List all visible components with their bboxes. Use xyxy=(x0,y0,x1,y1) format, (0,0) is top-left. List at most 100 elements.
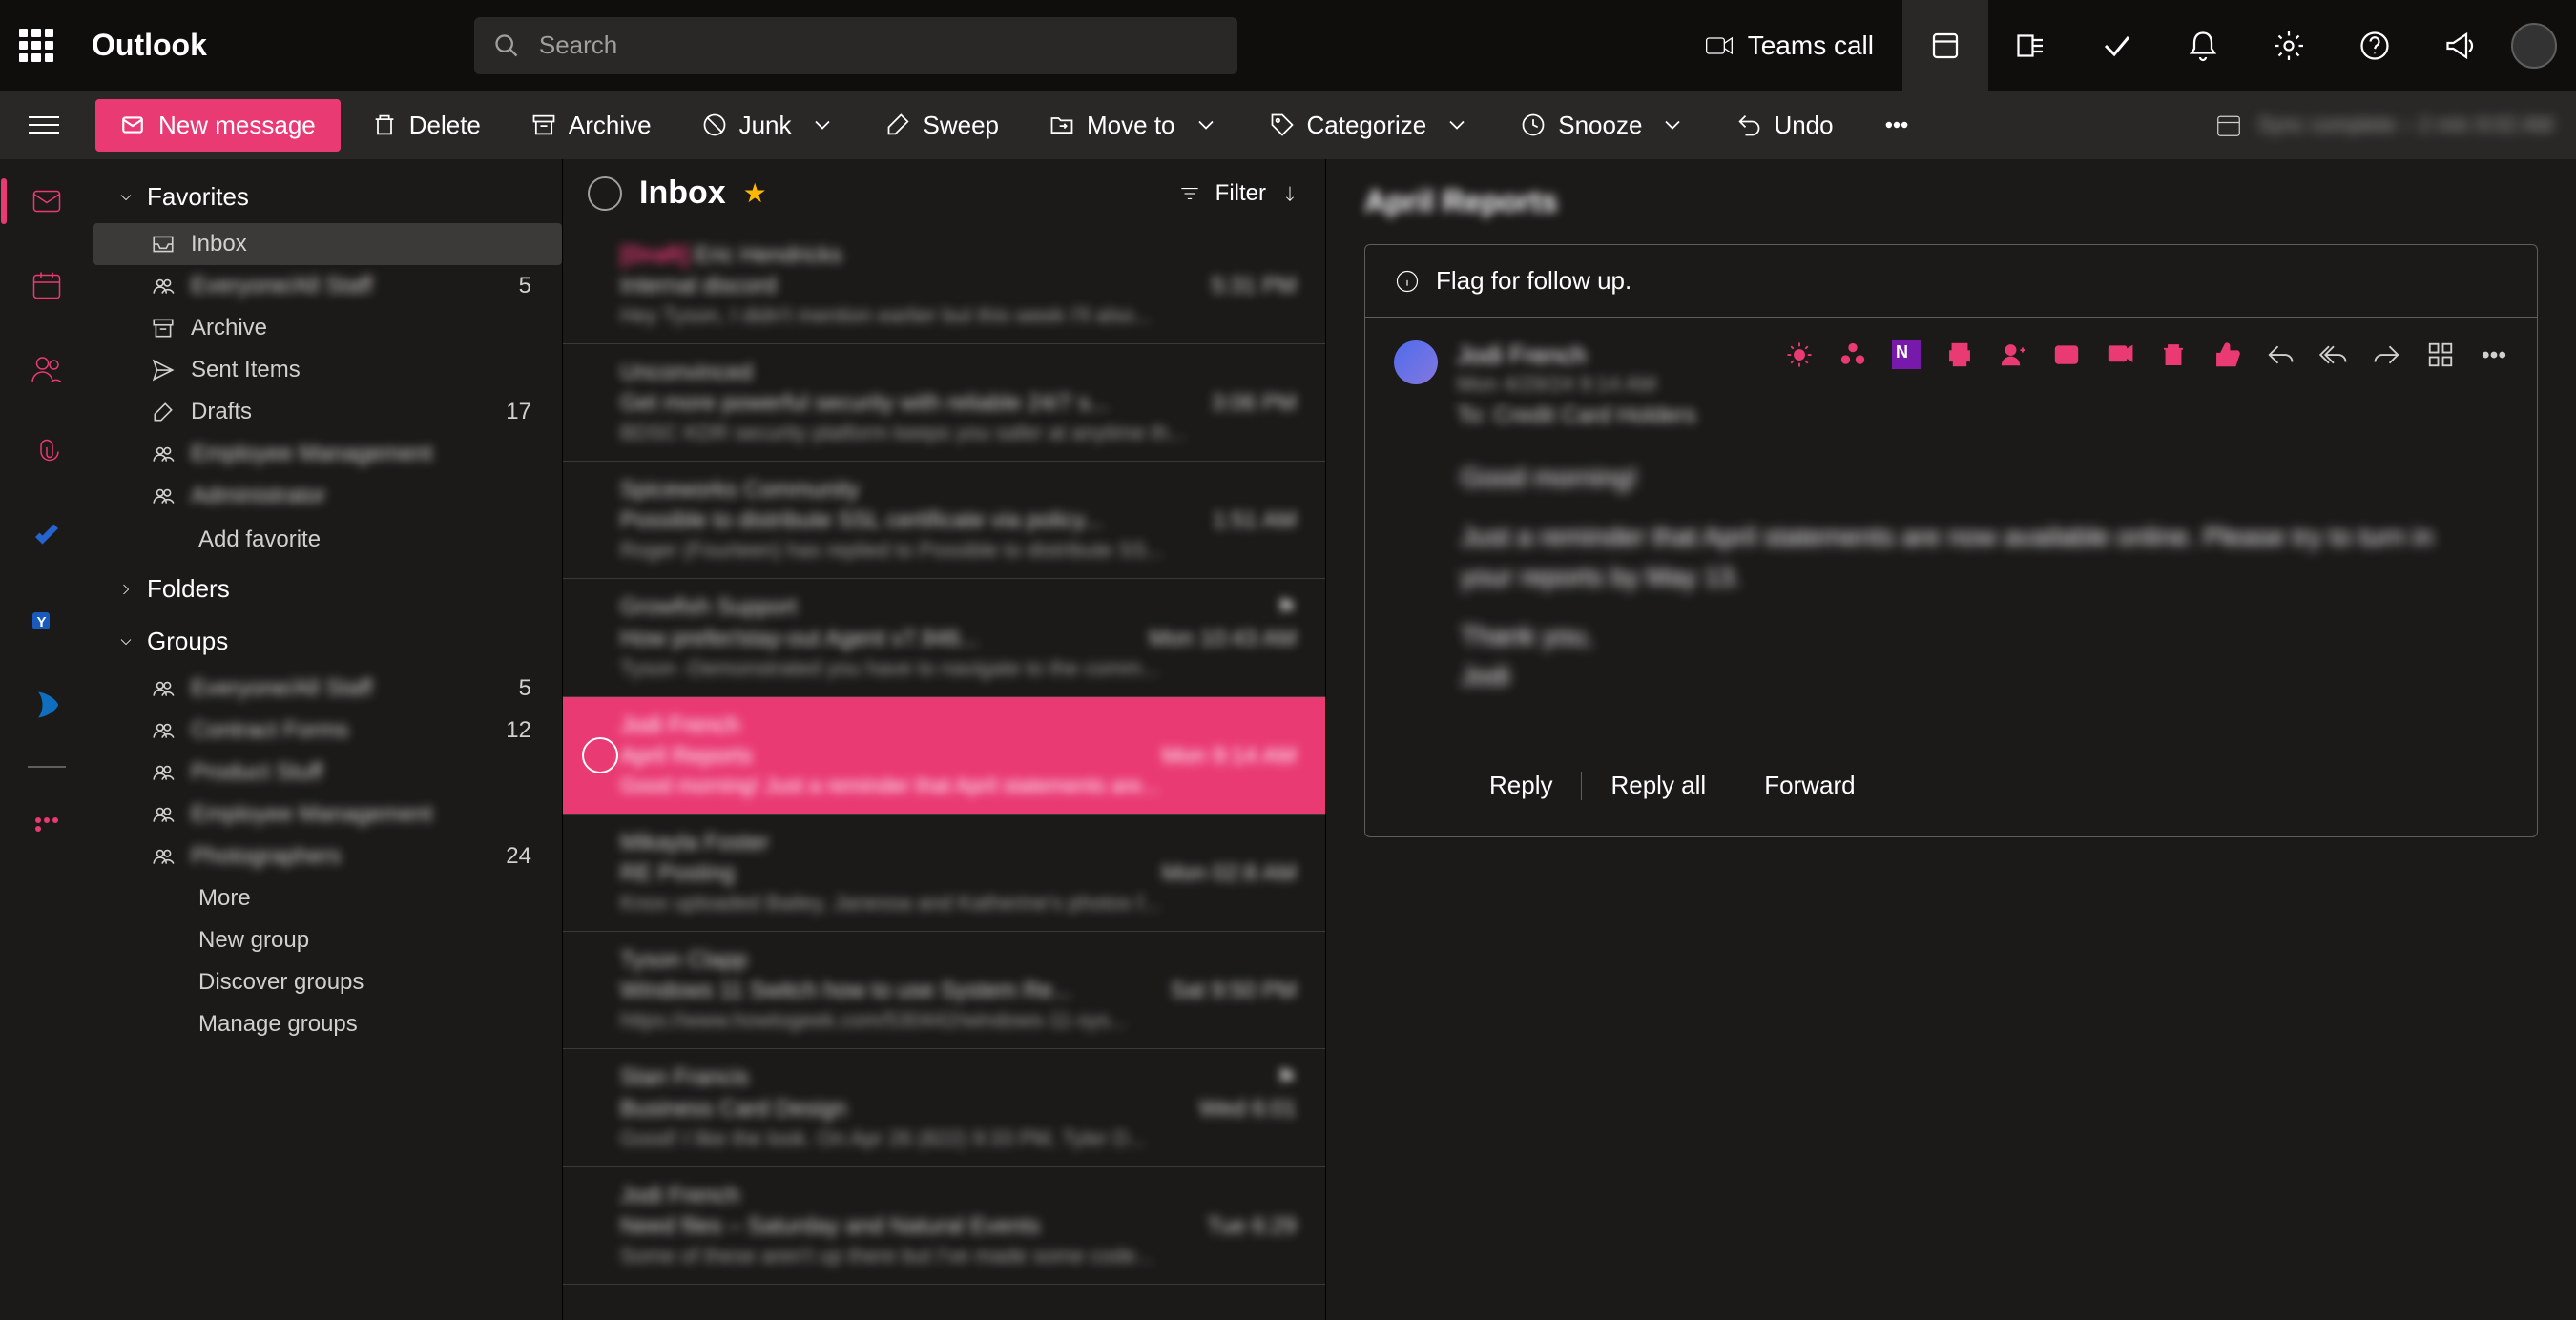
group-everyone-all-staff[interactable]: Everyone/All Staff5 xyxy=(93,668,562,710)
assign-icon[interactable] xyxy=(1999,340,2027,369)
message-item[interactable]: Mikayla FosterRE PostingMon 02:8 AMKnox … xyxy=(563,815,1325,932)
categorize-button[interactable]: Categorize xyxy=(1250,101,1490,150)
rail-todo[interactable] xyxy=(14,505,79,569)
message-item[interactable]: Tyson ClappWindows 11 Switch how to use … xyxy=(563,932,1325,1049)
message-item[interactable]: Jodi FrenchApril ReportsMon 9:14 AMGood … xyxy=(563,697,1325,815)
video-icon xyxy=(1704,31,1735,61)
folders-section[interactable]: Folders xyxy=(93,563,562,615)
message-item[interactable]: Growfish Support⚑How prefer/stay-out Age… xyxy=(563,579,1325,697)
print-icon[interactable] xyxy=(1945,340,1974,369)
apps-icon[interactable] xyxy=(2426,340,2455,369)
compose-icon xyxy=(120,113,145,137)
more-actions-button[interactable] xyxy=(1864,102,1929,148)
message-item[interactable]: Stan Francis⚑Business Card DesignWed 6:0… xyxy=(563,1049,1325,1167)
add-favorite[interactable]: Add favorite xyxy=(93,517,562,563)
message-item[interactable]: Jodi FrenchNeed files – Saturday and Nat… xyxy=(563,1167,1325,1285)
folder-employee-management[interactable]: Employee Management xyxy=(93,433,562,475)
folders-label: Folders xyxy=(147,574,230,604)
new-message-button[interactable]: New message xyxy=(95,99,341,152)
groups-more[interactable]: More xyxy=(93,877,562,919)
rail-files[interactable] xyxy=(14,421,79,485)
teams-call-button[interactable]: Teams call xyxy=(1675,31,1902,61)
flag-icon[interactable] xyxy=(2106,340,2134,369)
rail-yammer[interactable]: Y xyxy=(14,588,79,653)
group-photographers[interactable]: Photographers24 xyxy=(93,835,562,877)
rail-bookings[interactable] xyxy=(14,672,79,737)
select-all-toggle[interactable] xyxy=(588,176,622,211)
folder-inbox[interactable]: Inbox xyxy=(93,223,562,265)
delete-reading-icon[interactable] xyxy=(2159,340,2188,369)
like-icon[interactable] xyxy=(2212,340,2241,369)
delete-button[interactable]: Delete xyxy=(352,101,500,150)
mark-unread-icon[interactable] xyxy=(2052,340,2081,369)
reply-icon[interactable] xyxy=(2266,340,2295,369)
folder-sent-items[interactable]: Sent Items xyxy=(93,349,562,391)
trash-icon xyxy=(371,112,398,138)
chevron-down-icon xyxy=(1444,112,1470,138)
more-reading-icon[interactable] xyxy=(2480,340,2508,369)
rail-calendar[interactable] xyxy=(14,253,79,318)
undo-button[interactable]: Undo xyxy=(1716,101,1852,150)
rail-more-apps[interactable] xyxy=(14,796,79,861)
sort-icon[interactable] xyxy=(1279,183,1300,204)
manage-groups[interactable]: Manage groups xyxy=(93,1003,562,1045)
new-group[interactable]: New group xyxy=(93,919,562,961)
flag-banner: Flag for follow up. xyxy=(1365,245,2537,318)
folder-drafts[interactable]: Drafts17 xyxy=(93,391,562,433)
rail-people[interactable] xyxy=(14,337,79,402)
filter-button[interactable]: Filter xyxy=(1177,180,1300,207)
group-icon[interactable] xyxy=(1839,340,1867,369)
favorite-star-icon[interactable]: ★ xyxy=(743,177,767,209)
sender-name: Jodi French xyxy=(1457,340,1766,370)
sender-avatar xyxy=(1394,340,1438,384)
search-box[interactable] xyxy=(474,17,1237,74)
undo-icon xyxy=(1735,112,1762,138)
group-contract-forms[interactable]: Contract Forms12 xyxy=(93,710,562,752)
notifications-button[interactable] xyxy=(2160,0,2246,91)
calendar-toolbar-icon[interactable] xyxy=(2214,111,2243,139)
message-item[interactable]: [Draft]Eric HendricksInternal discord5:3… xyxy=(563,227,1325,344)
favorites-section[interactable]: Favorites xyxy=(93,171,562,223)
favorites-label: Favorites xyxy=(147,182,249,212)
group-employee-management[interactable]: Employee Management xyxy=(93,794,562,835)
junk-button[interactable]: Junk xyxy=(682,101,855,150)
folder-administrator[interactable]: Administrator xyxy=(93,475,562,517)
app-launcher-icon[interactable] xyxy=(19,29,53,63)
message-item[interactable]: Spiceworks CommunityPossible to distribu… xyxy=(563,462,1325,579)
forward-icon[interactable] xyxy=(2373,340,2401,369)
light-mode-icon[interactable] xyxy=(1785,340,1814,369)
tag-icon xyxy=(1269,112,1296,138)
reply-all-icon[interactable] xyxy=(2319,340,2348,369)
account-avatar[interactable] xyxy=(2511,23,2557,69)
chevron-right-icon xyxy=(116,580,135,599)
sweep-icon xyxy=(885,112,912,138)
help-button[interactable] xyxy=(2332,0,2418,91)
megaphone-button[interactable] xyxy=(2418,0,2503,91)
archive-button[interactable]: Archive xyxy=(511,101,671,150)
my-day-button[interactable] xyxy=(1902,0,1988,91)
rail-mail[interactable] xyxy=(14,169,79,234)
sweep-button[interactable]: Sweep xyxy=(866,101,1019,150)
group-product-stuff[interactable]: Product Stuff xyxy=(93,752,562,794)
reply-all-button[interactable]: Reply all xyxy=(1582,763,1735,808)
move-to-button[interactable]: Move to xyxy=(1029,101,1238,150)
reply-button[interactable]: Reply xyxy=(1461,763,1581,808)
folder-title: Inbox xyxy=(639,175,726,212)
hamburger-button[interactable] xyxy=(23,104,65,146)
message-item[interactable]: UnconvincedGet more powerful security wi… xyxy=(563,344,1325,462)
onenote-icon[interactable] xyxy=(1892,340,1921,369)
folder-everyone-all-staff[interactable]: Everyone/All Staff5 xyxy=(93,265,562,307)
sender-date: Mon 4/29/24 9:14 AM xyxy=(1457,372,1766,397)
snooze-button[interactable]: Snooze xyxy=(1501,101,1705,150)
clock-icon xyxy=(1520,112,1547,138)
discover-groups[interactable]: Discover groups xyxy=(93,961,562,1003)
forward-button[interactable]: Forward xyxy=(1735,763,1883,808)
ribbon-toggle-button[interactable] xyxy=(1988,0,2074,91)
settings-button[interactable] xyxy=(2246,0,2332,91)
reading-body: Good morning! Just a reminder that April… xyxy=(1365,439,2537,744)
groups-section[interactable]: Groups xyxy=(93,615,562,668)
folder-archive[interactable]: Archive xyxy=(93,307,562,349)
tips-button[interactable] xyxy=(2074,0,2160,91)
info-icon xyxy=(1394,268,1421,295)
search-input[interactable] xyxy=(539,31,1218,60)
